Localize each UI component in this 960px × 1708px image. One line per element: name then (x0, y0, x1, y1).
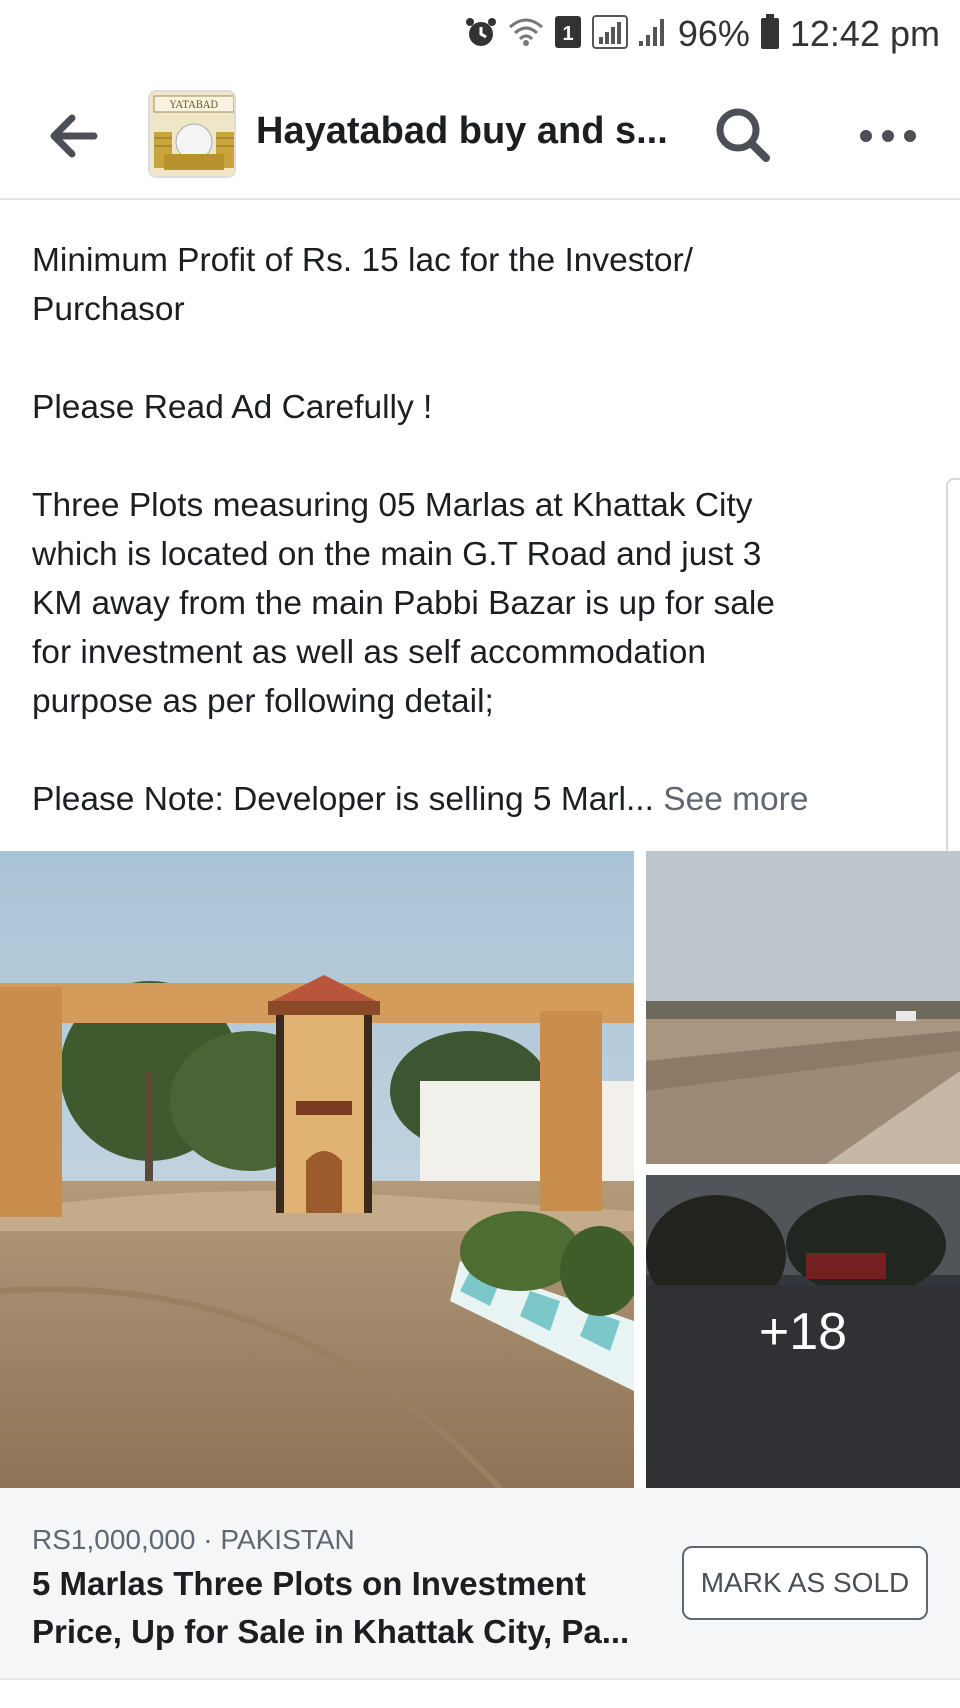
see-more-link[interactable]: See more (663, 781, 808, 818)
back-button[interactable] (44, 108, 104, 164)
marketplace-listing[interactable]: RS1,000,000 · PAKISTAN 5 Marlas Three Pl… (0, 1488, 960, 1678)
photo-more[interactable]: +18 (646, 1175, 960, 1488)
clock: 12:42 pm (789, 13, 940, 54)
post-line: for investment as well as self accommoda… (32, 634, 707, 671)
app-bar: YATABAD Hayatabad buy and s... (0, 70, 960, 200)
search-icon (716, 108, 770, 162)
svg-text:1: 1 (562, 23, 573, 45)
post-line: Please Note: Developer is selling 5 Marl… (32, 781, 654, 818)
post-line: Three Plots measuring 05 Marlas at Khatt… (32, 487, 753, 524)
post-text: Minimum Profit of Rs. 15 lac for the Inv… (32, 236, 922, 824)
battery-level: 96% (677, 13, 750, 54)
post-line: KM away from the main Pabbi Bazar is up … (32, 585, 775, 622)
status-bar: 1 96% 12:42 pm (0, 0, 960, 70)
group-title[interactable]: Hayatabad buy and s... (256, 110, 668, 153)
more-photos-count: +18 (646, 1175, 960, 1488)
post-body: Minimum Profit of Rs. 15 lac for the Inv… (0, 202, 960, 964)
listing-title-line: 5 Marlas Three Plots on Investment (32, 1565, 586, 1602)
status-icons: 1 96% 12:42 pm (464, 12, 940, 56)
post-line-truncated: Please Note: Developer is selling 5 Marl… (32, 775, 922, 824)
back-arrow-icon (50, 114, 98, 158)
more-options-button[interactable] (856, 116, 920, 156)
search-button[interactable] (712, 104, 774, 166)
more-icon (860, 130, 916, 142)
battery-icon (760, 13, 780, 55)
signal-icon (638, 17, 668, 52)
photo-grid: +18 (0, 851, 960, 1488)
listing-price-location: RS1,000,000 · PAKISTAN (32, 1524, 355, 1555)
svg-text:YATABAD: YATABAD (169, 100, 218, 111)
post-line: Please Read Ad Carefully ! (32, 389, 433, 426)
photo-plots[interactable] (646, 851, 960, 1164)
post-line: Purchasor (32, 291, 185, 328)
sim-icon: 1 (554, 15, 582, 54)
post-line: purpose as per following detail; (32, 683, 494, 720)
post-line: which is located on the main G.T Road an… (32, 536, 762, 573)
bottom-divider (0, 1678, 960, 1708)
listing-title: 5 Marlas Three Plots on Investment Price… (32, 1560, 632, 1656)
group-avatar[interactable]: YATABAD (148, 90, 236, 178)
signal-icon (591, 14, 628, 54)
post-line: Minimum Profit of Rs. 15 lac for the Inv… (32, 242, 693, 279)
wifi-icon (508, 17, 544, 52)
photo-gate[interactable] (0, 851, 634, 1488)
mark-as-sold-button[interactable]: MARK AS SOLD (682, 1546, 928, 1620)
alarm-icon (464, 15, 498, 54)
listing-title-line: Price, Up for Sale in Khattak City, Pa..… (32, 1613, 630, 1650)
